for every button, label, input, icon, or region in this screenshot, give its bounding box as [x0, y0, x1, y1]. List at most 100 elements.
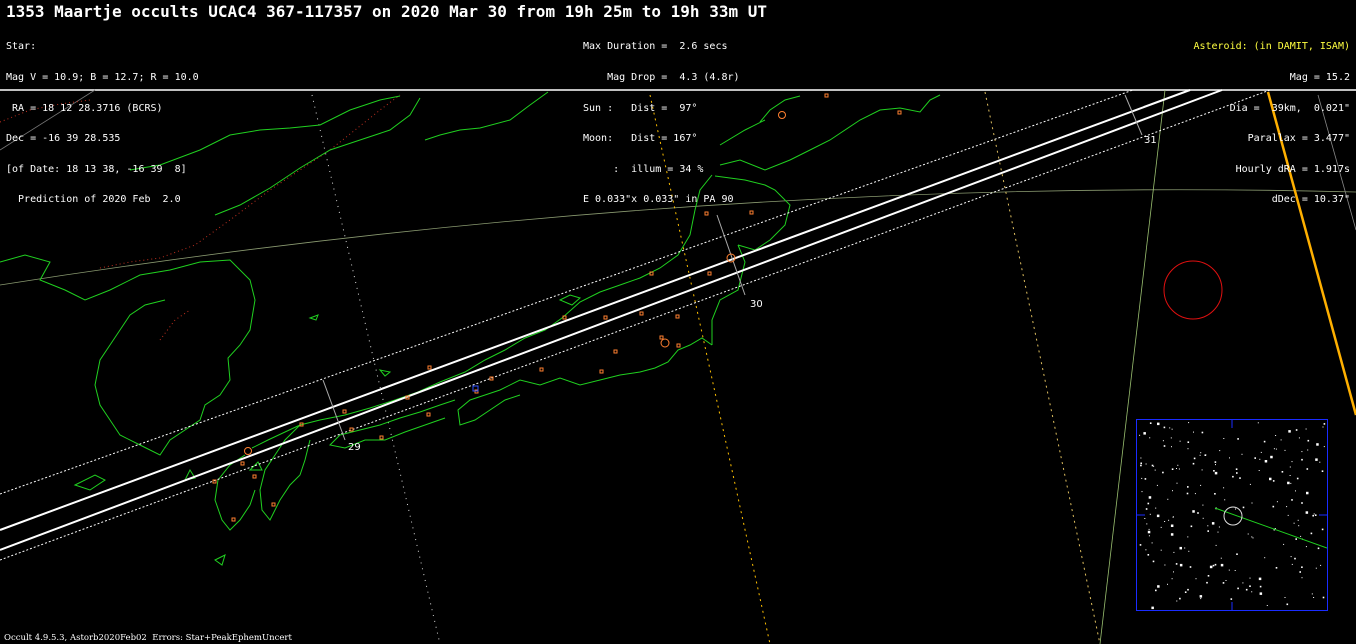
finder-star [1215, 544, 1217, 546]
finder-star [1259, 585, 1262, 588]
finder-star [1275, 448, 1277, 450]
finder-star [1281, 471, 1284, 473]
island-oki [378, 369, 392, 377]
finder-star [1157, 585, 1160, 588]
finder-star [1207, 575, 1210, 577]
finder-star [1184, 547, 1186, 549]
finder-star [1298, 437, 1300, 439]
finder-star [1272, 505, 1275, 508]
finder-star [1171, 578, 1173, 580]
finder-star [1266, 605, 1268, 606]
finder-star [1141, 491, 1143, 493]
finder-star [1269, 477, 1272, 481]
tick-label-29: 29 [348, 442, 361, 453]
finder-star [1259, 458, 1261, 460]
finder-star [1220, 557, 1222, 559]
finder-star [1144, 478, 1147, 480]
finder-star [1139, 434, 1141, 436]
finder-star [1258, 577, 1262, 581]
event-info: Max Duration = 2.6 secs Mag Drop = 4.3 (… [583, 22, 740, 216]
finder-star [1189, 566, 1192, 568]
finder-star [1264, 557, 1266, 559]
finder-star [1251, 591, 1253, 593]
finder-star [1239, 477, 1241, 479]
finder-star [1280, 439, 1282, 441]
finder-star [1315, 458, 1318, 461]
finder-star [1289, 475, 1291, 476]
finder-star [1201, 431, 1204, 434]
finder-star [1213, 470, 1215, 472]
finder-star [1214, 471, 1218, 475]
finder-star [1306, 468, 1309, 470]
finder-star [1274, 528, 1276, 529]
finder-star [1171, 446, 1172, 448]
finder-star [1322, 596, 1325, 599]
event-illum: : illum = 34 % [583, 163, 704, 175]
finder-star [1184, 591, 1187, 593]
finder-star [1289, 466, 1291, 468]
finder-star [1176, 482, 1178, 484]
finder-star [1168, 519, 1170, 521]
event-ellipse: E 0.033"x 0.033" in PA 90 [583, 194, 734, 206]
island-misc [308, 314, 319, 321]
finder-star [1209, 565, 1213, 569]
finder-star [1295, 490, 1296, 492]
finder-star [1214, 563, 1217, 566]
finder-star [1167, 583, 1168, 585]
finder-star [1316, 443, 1319, 446]
finder-star [1236, 472, 1238, 474]
finder-star [1160, 526, 1162, 528]
finder-star [1297, 519, 1299, 521]
star-ra: RA = 18 12 28.3716 (BCRS) [6, 102, 163, 114]
finder-star [1163, 445, 1166, 447]
finder-star [1147, 554, 1150, 556]
finder-star [1190, 525, 1193, 528]
asteroid-ddec: dDec = 10.37" [1271, 194, 1350, 206]
finder-star [1317, 547, 1320, 550]
finder-star [1155, 589, 1157, 592]
finder-star [1148, 528, 1150, 530]
finder-star [1170, 437, 1172, 439]
finder-star [1187, 588, 1189, 591]
finder-star [1235, 508, 1236, 510]
finder-star [1312, 514, 1314, 517]
finder-star [1323, 446, 1325, 448]
asteroid-header: Asteroid: (in DAMIT, ISAM) [1193, 41, 1350, 53]
finder-star [1156, 484, 1158, 486]
finder-star [1307, 449, 1309, 451]
finder-star [1202, 504, 1204, 506]
finder-crosshair [1137, 420, 1327, 610]
tick-label-31: 31 [1144, 135, 1157, 146]
event-max-duration: Max Duration = 2.6 secs [583, 41, 728, 53]
finder-star [1251, 502, 1253, 504]
finder-star [1259, 592, 1263, 595]
finder-star [1154, 469, 1156, 471]
finder-star [1307, 439, 1310, 442]
finder-star [1249, 577, 1251, 579]
finder-star [1217, 531, 1219, 533]
finder-star [1197, 512, 1199, 514]
finder-star [1272, 480, 1275, 482]
finder-star [1298, 525, 1300, 527]
finder-star [1295, 538, 1297, 540]
finder-star [1291, 563, 1293, 565]
coast-hokkaido [719, 94, 941, 171]
finder-star [1187, 448, 1189, 450]
finder-star [1149, 422, 1152, 424]
finder-star [1148, 535, 1150, 537]
coast-kyushu [259, 424, 311, 521]
finder-star [1254, 457, 1256, 459]
finder-star [1273, 448, 1275, 450]
finder-star [1147, 502, 1150, 505]
finder-star [1264, 460, 1268, 463]
finder-star [1173, 571, 1174, 573]
finder-star [1193, 431, 1194, 433]
finder-star [1299, 571, 1301, 573]
finder-star [1237, 438, 1239, 440]
finder-star [1188, 422, 1190, 424]
finder-star [1219, 450, 1221, 452]
finder-star [1145, 463, 1147, 465]
finder-star [1193, 457, 1196, 460]
finder-star [1225, 580, 1227, 581]
finder-star [1321, 528, 1324, 531]
